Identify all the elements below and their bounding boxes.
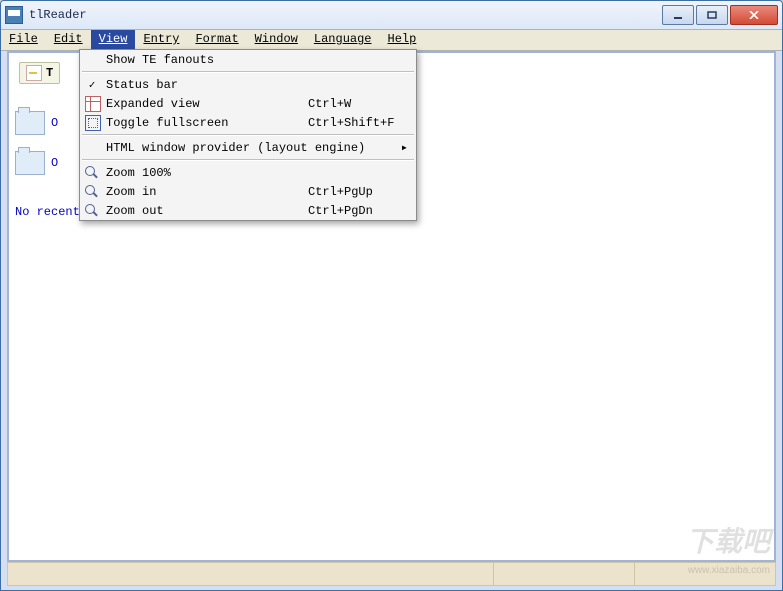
open-link-1[interactable]: O — [15, 111, 58, 135]
zoom-in-icon — [85, 185, 99, 199]
menu-separator — [82, 159, 414, 161]
sidebar-links: O O — [15, 111, 58, 175]
maximize-button[interactable] — [696, 5, 728, 25]
menu-file[interactable]: File — [1, 30, 46, 50]
folder-icon — [15, 111, 45, 135]
window-title: tlReader — [29, 8, 662, 22]
menu-separator — [82, 71, 414, 73]
app-icon — [5, 6, 23, 24]
menu-format[interactable]: Format — [187, 30, 246, 50]
zoom-out-icon — [85, 204, 99, 218]
titlebar: tlReader — [1, 1, 782, 30]
status-cell — [8, 563, 494, 585]
menu-window[interactable]: Window — [247, 30, 306, 50]
menuitem-status-bar[interactable]: Status bar — [80, 75, 416, 94]
tab-start[interactable]: T — [19, 62, 60, 84]
link-label: O — [51, 156, 58, 170]
document-icon — [26, 65, 42, 81]
menu-language[interactable]: Language — [306, 30, 380, 50]
open-link-2[interactable]: O — [15, 151, 58, 175]
zoom-icon — [85, 166, 99, 180]
menuitem-toggle-fullscreen[interactable]: Toggle fullscreen Ctrl+Shift+F — [80, 113, 416, 132]
app-window: tlReader File Edit View Entry Format Win… — [0, 0, 783, 591]
grid-icon — [85, 96, 101, 112]
status-cell — [494, 563, 635, 585]
menu-help[interactable]: Help — [380, 30, 425, 50]
menuitem-zoom-in[interactable]: Zoom in Ctrl+PgUp — [80, 182, 416, 201]
menu-edit[interactable]: Edit — [46, 30, 91, 50]
minimize-button[interactable] — [662, 5, 694, 25]
tab-label: T — [46, 66, 53, 80]
shortcut-label: Ctrl+W — [308, 97, 408, 111]
shortcut-label: Ctrl+Shift+F — [308, 116, 408, 130]
shortcut-label: Ctrl+PgUp — [308, 185, 408, 199]
link-label: O — [51, 116, 58, 130]
fullscreen-icon — [85, 115, 101, 131]
check-icon — [85, 78, 99, 92]
close-button[interactable] — [730, 5, 778, 25]
status-bar — [7, 562, 776, 586]
menuitem-html-provider[interactable]: HTML window provider (layout engine) ▸ — [80, 138, 416, 157]
submenu-arrow-icon: ▸ — [401, 140, 408, 155]
menuitem-show-fanouts[interactable]: Show TE fanouts — [80, 50, 416, 69]
menubar: File Edit View Entry Format Window Langu… — [1, 30, 782, 51]
menuitem-zoom-100[interactable]: Zoom 100% — [80, 163, 416, 182]
view-dropdown: Show TE fanouts Status bar Expanded view… — [79, 49, 417, 221]
folder-icon — [15, 151, 45, 175]
menu-view[interactable]: View — [91, 30, 136, 50]
shortcut-label: Ctrl+PgDn — [308, 204, 408, 218]
menu-entry[interactable]: Entry — [135, 30, 187, 50]
menu-separator — [82, 134, 414, 136]
menuitem-zoom-out[interactable]: Zoom out Ctrl+PgDn — [80, 201, 416, 220]
menuitem-expanded-view[interactable]: Expanded view Ctrl+W — [80, 94, 416, 113]
status-cell — [635, 563, 775, 585]
